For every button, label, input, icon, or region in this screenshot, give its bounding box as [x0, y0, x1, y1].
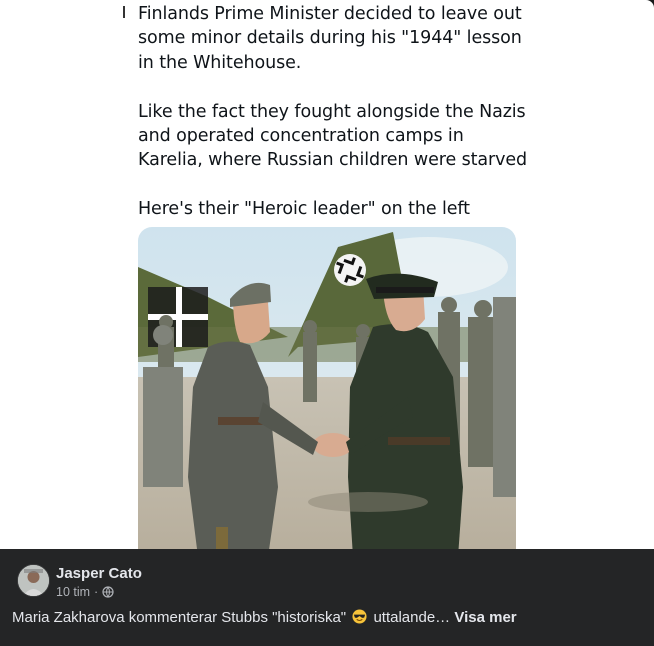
post-meta: 10 tim ·	[56, 585, 114, 599]
author-name[interactable]: Jasper Cato	[56, 565, 142, 582]
tweet-line: in the Whitehouse.	[138, 52, 302, 73]
historical-photo[interactable]	[138, 227, 516, 552]
tweet-line: Karelia, where Russian children were sta…	[138, 150, 528, 171]
post-image[interactable]: Finlands Prime Minister decided to leave…	[0, 0, 654, 552]
caption-text: Maria Zakharova kommenterar Stubbs "hist…	[12, 609, 347, 626]
post-footer: Jasper Cato 10 tim · Maria Zakharova kom…	[0, 549, 654, 646]
photo-illustration	[138, 227, 516, 552]
tweet-line: and operated concentration camps in	[138, 126, 464, 147]
tweet-line: Finlands Prime Minister decided to leave…	[138, 4, 522, 24]
meta-separator: ·	[94, 585, 99, 599]
caption-text-end: uttalande…	[373, 609, 451, 626]
post-caption: Maria Zakharova kommenterar Stubbs "hist…	[12, 609, 517, 626]
avatar-icon	[18, 565, 49, 596]
see-more-link[interactable]: Visa mer	[454, 609, 516, 626]
tweet-text: Finlands Prime Minister decided to leave…	[138, 2, 538, 222]
globe-icon[interactable]	[102, 586, 114, 598]
text-cursor	[123, 6, 125, 18]
tweet-line: Like the fact they fought alongside the …	[138, 101, 526, 122]
sunglasses-emoji-icon	[352, 609, 367, 624]
tweet-line: Here's their "Heroic leader" on the left	[138, 199, 470, 220]
author-avatar[interactable]	[17, 564, 50, 597]
tweet-line: some minor details during his "1944" les…	[138, 28, 522, 49]
post-time[interactable]: 10 tim	[56, 585, 90, 599]
